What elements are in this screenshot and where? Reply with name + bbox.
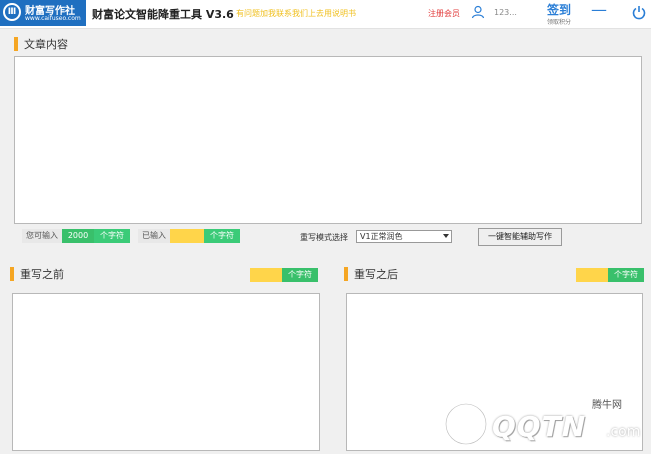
bookshelf-emblem-icon: Ⅲ bbox=[3, 3, 21, 21]
after-title-text: 重写之后 bbox=[354, 268, 398, 281]
watermark-domain: .com bbox=[606, 424, 641, 440]
entered-unit: 个字符 bbox=[204, 229, 240, 243]
allowed-unit: 个字符 bbox=[94, 229, 130, 243]
watermark: 腾牛网 QQTN .com bbox=[440, 396, 648, 452]
before-char-counter: 个字符 bbox=[250, 268, 318, 282]
before-count-value bbox=[250, 268, 282, 282]
after-char-counter: 个字符 bbox=[576, 268, 644, 282]
entered-label: 已输入 bbox=[138, 229, 170, 243]
user-icon[interactable] bbox=[471, 5, 485, 19]
signin-label: 签到 bbox=[547, 3, 572, 17]
allowed-chars-stat: 您可输入 2000 个字符 bbox=[22, 229, 130, 243]
before-rewrite-textarea[interactable] bbox=[12, 293, 320, 451]
section-accent-bar bbox=[10, 267, 14, 281]
article-section-title: 文章内容 bbox=[14, 36, 68, 52]
qqtn-logo-icon bbox=[444, 402, 488, 446]
power-icon[interactable] bbox=[631, 4, 647, 20]
signin-button[interactable]: 签到 领取积分 bbox=[547, 3, 571, 26]
before-section-title: 重写之前 bbox=[10, 266, 64, 282]
entered-value bbox=[170, 229, 204, 243]
user-id: 123... bbox=[494, 8, 517, 17]
signin-sublabel: 领取积分 bbox=[547, 19, 572, 26]
section-accent-bar bbox=[14, 37, 18, 51]
logo-url: www.caifuseo.com bbox=[25, 15, 81, 22]
after-count-value bbox=[576, 268, 608, 282]
section-accent-bar bbox=[344, 267, 348, 281]
before-count-unit: 个字符 bbox=[282, 268, 318, 282]
watermark-text: QQTN bbox=[492, 410, 587, 443]
minimize-icon[interactable]: — bbox=[590, 2, 608, 22]
article-content-textarea[interactable] bbox=[14, 56, 642, 224]
allowed-label: 您可输入 bbox=[22, 229, 62, 243]
before-title-text: 重写之前 bbox=[20, 268, 64, 281]
rewrite-mode-select[interactable]: V1正常润色 bbox=[356, 230, 452, 243]
entered-chars-stat: 已输入 个字符 bbox=[138, 229, 240, 243]
after-count-unit: 个字符 bbox=[608, 268, 644, 282]
register-member-link[interactable]: 注册会员 bbox=[428, 8, 460, 19]
rewrite-mode-label: 重写模式选择 bbox=[300, 233, 348, 242]
smart-assist-button[interactable]: 一键智能辅助写作 bbox=[478, 228, 562, 246]
title-bar: Ⅲ 财富写作社 www.caifuseo.com 财富论文智能降重工具 V3.6… bbox=[0, 0, 651, 29]
watermark-cn: 腾牛网 bbox=[592, 400, 622, 411]
article-title-text: 文章内容 bbox=[24, 38, 68, 51]
chevron-down-icon bbox=[443, 234, 449, 238]
after-section-title: 重写之后 bbox=[344, 266, 398, 282]
notice-link[interactable]: 有问题加我联系我们上去用说明书 bbox=[236, 8, 356, 19]
allowed-value: 2000 bbox=[62, 229, 94, 243]
app-title: 财富论文智能降重工具 V3.6 bbox=[92, 8, 234, 21]
app-logo: Ⅲ 财富写作社 www.caifuseo.com bbox=[0, 0, 86, 26]
rewrite-mode-value: V1正常润色 bbox=[360, 232, 403, 241]
